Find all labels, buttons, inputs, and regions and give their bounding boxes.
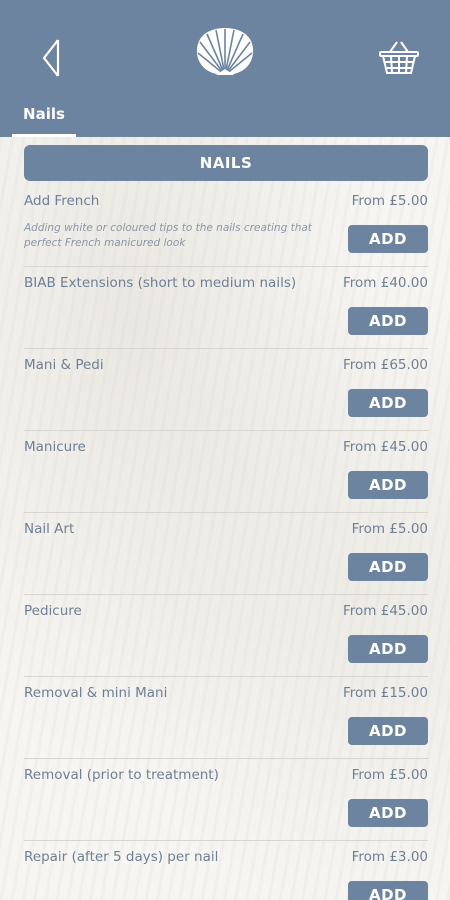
app-header: Nails xyxy=(0,0,450,137)
service-row: Manicure From £45.00 ADD xyxy=(24,431,428,513)
service-description: Adding white or coloured tips to the nai… xyxy=(24,222,312,249)
service-name: Mani & Pedi xyxy=(24,357,104,373)
add-button[interactable]: ADD xyxy=(348,471,428,499)
services-content: NAILS Add French From £5.00 Adding white… xyxy=(0,137,450,900)
service-row: Mani & Pedi From £65.00 ADD xyxy=(24,349,428,431)
service-price: From £40.00 xyxy=(343,275,428,291)
section-header-nails: NAILS xyxy=(24,145,428,181)
service-row: Removal & mini Mani From £15.00 ADD xyxy=(24,677,428,759)
tab-nails[interactable]: Nails xyxy=(12,104,76,137)
service-row: Removal (prior to treatment) From £5.00 … xyxy=(24,759,428,841)
service-name: Removal & mini Mani xyxy=(24,685,168,701)
add-button[interactable]: ADD xyxy=(348,635,428,663)
service-price: From £65.00 xyxy=(343,357,428,373)
service-name: Repair (after 5 days) per nail xyxy=(24,849,219,865)
service-name: BIAB Extensions (short to medium nails) xyxy=(24,275,297,291)
service-row: Pedicure From £45.00 ADD xyxy=(24,595,428,677)
add-button[interactable]: ADD xyxy=(348,881,428,900)
service-row: BIAB Extensions (short to medium nails) … xyxy=(24,267,428,349)
service-price: From £5.00 xyxy=(351,521,428,537)
services-list: Add French From £5.00 Adding white or co… xyxy=(24,185,428,900)
service-name: Manicure xyxy=(24,439,86,455)
back-chevron-icon[interactable] xyxy=(38,36,66,80)
service-name: Removal (prior to treatment) xyxy=(24,767,219,783)
service-price: From £15.00 xyxy=(343,685,428,701)
service-price: From £5.00 xyxy=(351,193,428,209)
add-button[interactable]: ADD xyxy=(348,553,428,581)
service-name: Nail Art xyxy=(24,521,75,537)
service-price: From £3.00 xyxy=(351,849,428,865)
service-name: Pedicure xyxy=(24,603,82,619)
service-row: Add French From £5.00 Adding white or co… xyxy=(24,185,428,267)
add-button[interactable]: ADD xyxy=(348,389,428,417)
service-price: From £45.00 xyxy=(343,603,428,619)
basket-icon[interactable] xyxy=(378,38,420,76)
service-price: From £45.00 xyxy=(343,439,428,455)
service-price: From £5.00 xyxy=(351,767,428,783)
add-button[interactable]: ADD xyxy=(348,717,428,745)
service-row: Repair (after 5 days) per nail From £3.0… xyxy=(24,841,428,900)
service-row: Nail Art From £5.00 ADD xyxy=(24,513,428,595)
add-button[interactable]: ADD xyxy=(348,799,428,827)
add-button[interactable]: ADD xyxy=(348,225,428,253)
service-name: Add French xyxy=(24,193,100,209)
add-button[interactable]: ADD xyxy=(348,307,428,335)
seashell-icon xyxy=(196,28,254,76)
